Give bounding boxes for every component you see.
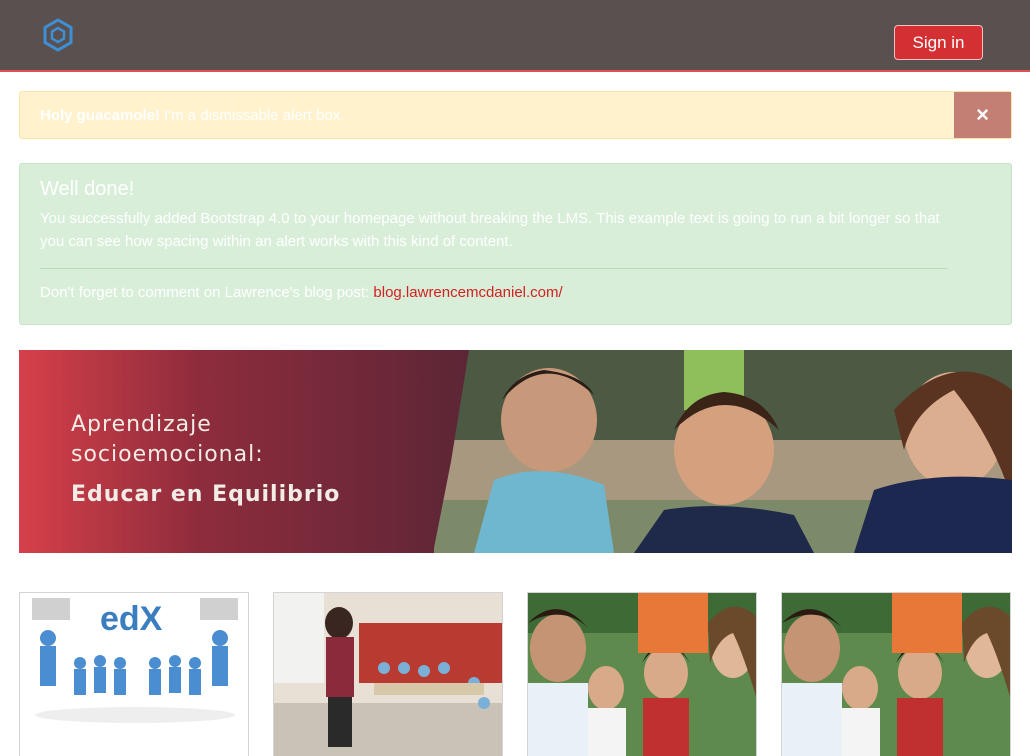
alert-body-text: You successfully added Bootstrap 4.0 to … — [40, 210, 940, 250]
top-navbar: Sign in — [0, 0, 1030, 72]
hexagon-logo-icon[interactable] — [42, 18, 74, 52]
dismissable-alert: Holy guacamole! I'm a dismissable alert … — [19, 91, 1012, 139]
alert-divider — [40, 268, 948, 269]
close-icon[interactable]: × — [954, 92, 1011, 138]
alert-footer-text: Don't forget to comment on Lawrence's bl… — [40, 284, 374, 301]
alert-footer: Don't forget to comment on Lawrence's bl… — [40, 284, 991, 301]
course-card-classroom[interactable] — [273, 592, 503, 756]
course-card-children-2[interactable] — [781, 592, 1011, 756]
children-photo — [434, 350, 1012, 553]
hero-banner[interactable]: Aprendizaje socioemocional: Educar en Eq… — [19, 350, 1012, 553]
course-card-children-1[interactable] — [527, 592, 757, 756]
smiling-children-image — [782, 593, 1010, 756]
banner-line-1: Aprendizaje — [71, 412, 212, 437]
edx-puzzle-people-image: edX — [20, 593, 248, 756]
course-card-edx[interactable]: edX — [19, 592, 249, 756]
smiling-children-image — [528, 593, 756, 756]
edx-logo-text: edX — [100, 600, 163, 638]
banner-line-2: socioemocional: — [71, 442, 264, 467]
success-alert: Well done! You successfully added Bootst… — [19, 163, 1012, 325]
banner-line-3: Educar en Equilibrio — [71, 482, 341, 507]
alert-text: I'm a dismissable alert box. — [164, 106, 345, 124]
banner-title: Aprendizaje socioemocional: Educar en Eq… — [71, 410, 340, 510]
blog-link[interactable]: blog.lawrencemcdaniel.com/ — [373, 284, 562, 301]
alert-strong-text: Holy guacamole! — [40, 106, 161, 124]
alert-heading: Well done! — [40, 178, 135, 200]
classroom-teacher-image — [274, 593, 502, 756]
sign-in-button[interactable]: Sign in — [894, 25, 983, 60]
